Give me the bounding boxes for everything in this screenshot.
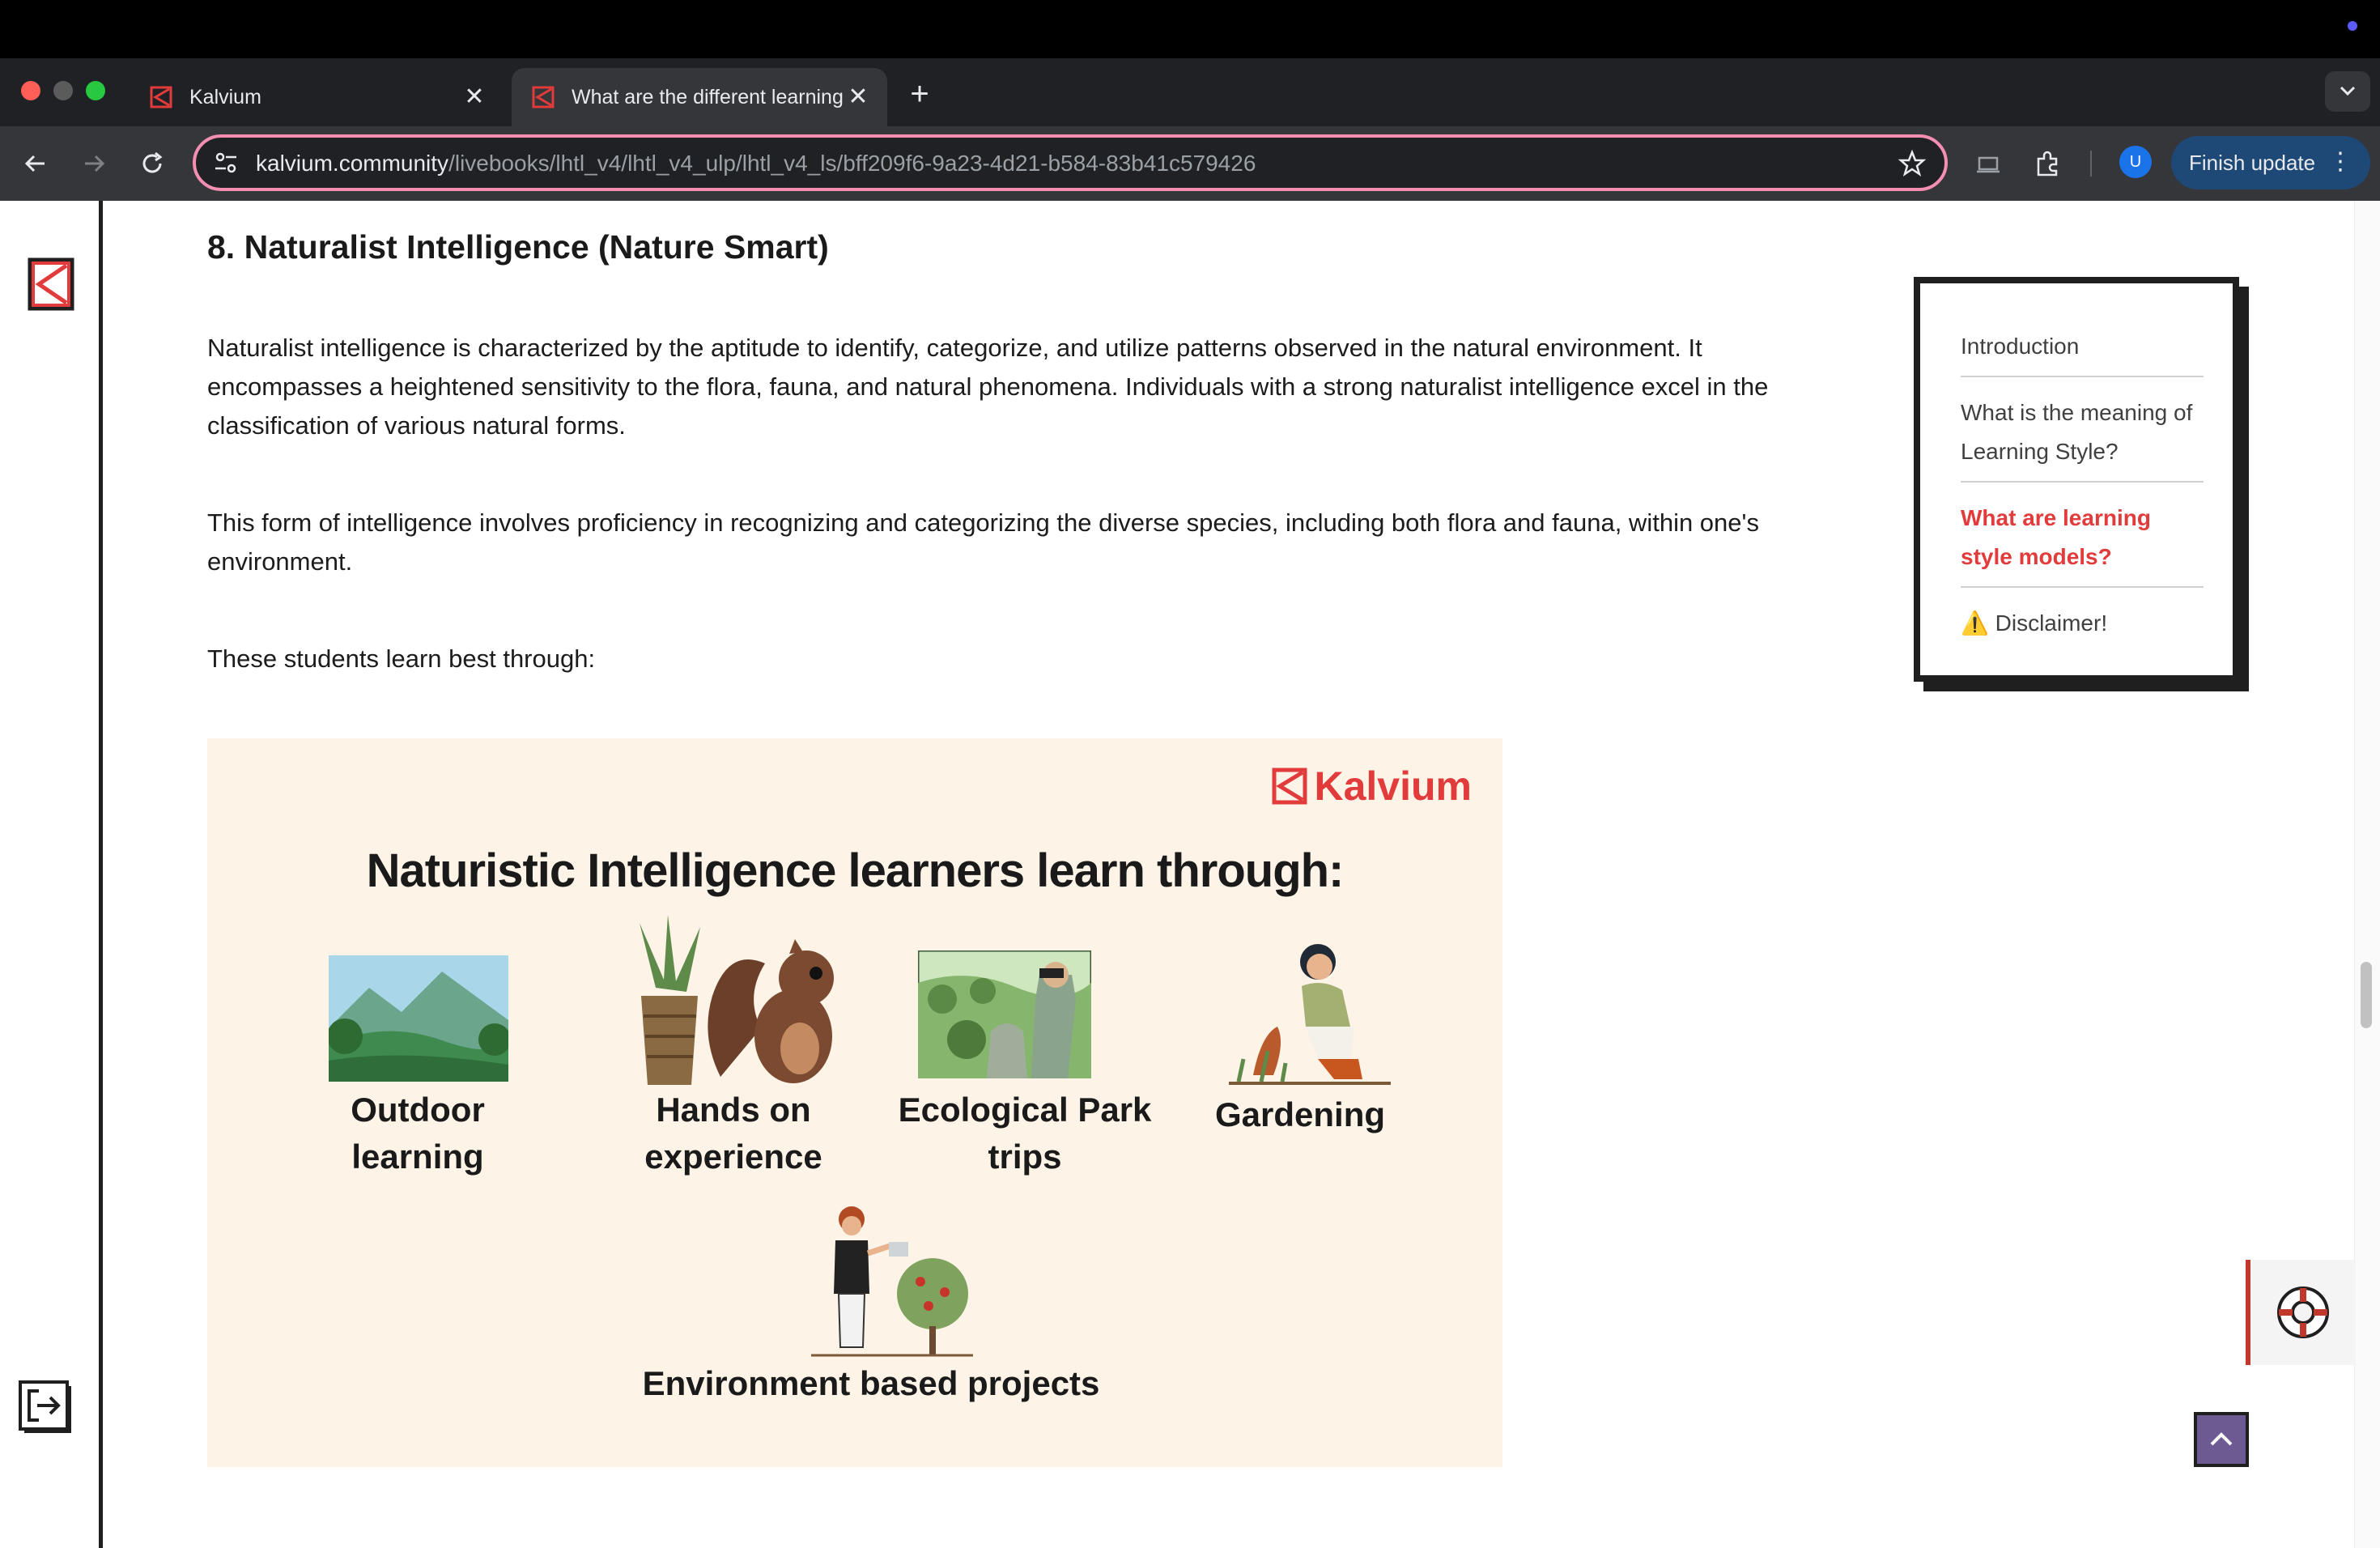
gardener-icon (1229, 944, 1391, 1085)
item-line: Outdoor (351, 1091, 485, 1129)
item-environment-projects: Environment based projects (612, 1360, 1130, 1407)
extensions-button[interactable] (2027, 142, 2069, 185)
tab-search-button[interactable] (2325, 71, 2370, 112)
infographic-logo: Kalvium (1272, 763, 1472, 810)
kalvium-favicon-icon (532, 86, 555, 108)
toc-divider (1961, 376, 2204, 377)
toc-item-disclaimer[interactable]: ⚠️ Disclaimer! (1961, 604, 2204, 643)
back-to-top-button[interactable] (2194, 1412, 2249, 1467)
scrollbar-thumb[interactable] (2361, 962, 2372, 1028)
puzzle-icon (2037, 151, 2058, 176)
item-line: Ecological Park (898, 1091, 1152, 1129)
paragraph: Naturalist intelligence is characterized… (207, 334, 1769, 440)
item-line: experience (644, 1138, 822, 1176)
item-line: trips (988, 1138, 1062, 1176)
maximize-window-button[interactable] (86, 81, 105, 100)
logout-icon[interactable] (18, 1380, 76, 1438)
item-ecological-park-trips: Ecological Park trips (887, 1087, 1162, 1180)
item-outdoor-learning: Outdoor learning (288, 1087, 547, 1180)
item-line: Gardening (1214, 1095, 1386, 1133)
paragraph: These students learn best through: (207, 644, 596, 673)
kalvium-favicon-icon (150, 86, 172, 108)
chevron-down-icon (2340, 86, 2356, 96)
park-binoculars-icon (918, 950, 1091, 1078)
page-scrollbar[interactable] (2354, 201, 2380, 1548)
close-window-button[interactable] (21, 81, 40, 100)
minimize-window-button[interactable] (53, 81, 73, 100)
landscape-illustration-icon (329, 955, 508, 1082)
item-line: learning (351, 1138, 484, 1176)
laptop-icon (1977, 156, 2000, 173)
item-line: Environment based projects (642, 1364, 1100, 1402)
toc-item-meaning[interactable]: What is the meaning of Learning Style? (1961, 393, 2204, 471)
plant-and-squirrel-icon (640, 915, 834, 1085)
kalvium-logo-icon[interactable] (28, 257, 74, 311)
arrow-left-icon (24, 155, 45, 172)
infographic-title: Naturistic Intelligence learners learn t… (366, 844, 1345, 897)
section-heading: 8. Naturalist Intelligence (Nature Smart… (207, 228, 829, 266)
toc-item-models[interactable]: What are learning style models? (1961, 499, 2204, 576)
toolbar-divider (2090, 151, 2092, 176)
paragraph: This form of intelligence involves profi… (207, 508, 1759, 576)
forward-button[interactable] (73, 142, 115, 185)
close-tab-icon[interactable]: ✕ (845, 84, 871, 110)
kalvium-logo-icon (1272, 768, 1307, 805)
toc-item-introduction[interactable]: Introduction (1961, 327, 2204, 366)
profile-avatar[interactable]: U (2119, 146, 2152, 178)
lifebuoy-icon (2277, 1286, 2329, 1338)
toc-divider (1961, 481, 2204, 483)
tab-learning-styles[interactable]: What are the different learning ✕ (512, 68, 887, 126)
tab-kalvium[interactable]: Kalvium ✕ (130, 68, 504, 126)
url-path: /livebooks/lhtl_v4/lhtl_v4_ulp/lhtl_v4_l… (448, 151, 1256, 176)
more-vert-icon: ⋮ (2328, 148, 2352, 175)
item-gardening: Gardening (1179, 1091, 1422, 1138)
toc-divider (1961, 586, 2204, 588)
back-button[interactable] (15, 142, 57, 185)
naturalist-infographic: Kalvium Naturistic Intelligence learners… (207, 738, 1502, 1467)
url-text: kalvium.community/livebooks/lhtl_v4/lhtl… (256, 151, 1256, 176)
item-hands-on-experience: Hands on experience (588, 1087, 879, 1180)
bookmark-star-icon[interactable] (1898, 149, 1927, 178)
system-top-bar (0, 0, 2380, 58)
chevron-up-icon (2210, 1432, 2233, 1446)
url-host: kalvium.community (256, 151, 449, 176)
reload-icon (142, 151, 163, 173)
tree-watering-icon (811, 1206, 973, 1357)
reload-button[interactable] (131, 142, 173, 185)
left-rail (0, 201, 103, 1548)
address-bar[interactable]: kalvium.community/livebooks/lhtl_v4/lhtl… (193, 134, 1948, 191)
new-tab-button[interactable]: + (900, 74, 939, 113)
tab-label: Kalvium (189, 85, 261, 108)
close-tab-icon[interactable]: ✕ (461, 84, 487, 110)
brand-name: Kalvium (1314, 763, 1472, 809)
site-settings-icon (215, 152, 236, 173)
arrow-right-icon (85, 155, 105, 172)
tab-label: What are the different learning (572, 85, 844, 108)
table-of-contents: Introduction What is the meaning of Lear… (1914, 277, 2239, 682)
status-dot (2348, 21, 2357, 31)
finish-update-label: Finish update (2189, 150, 2316, 175)
help-button[interactable] (2246, 1260, 2356, 1365)
finish-update-button[interactable]: Finish update ⋮ (2171, 136, 2370, 189)
item-line: Hands on (656, 1091, 811, 1129)
cast-button[interactable] (1967, 142, 2009, 185)
